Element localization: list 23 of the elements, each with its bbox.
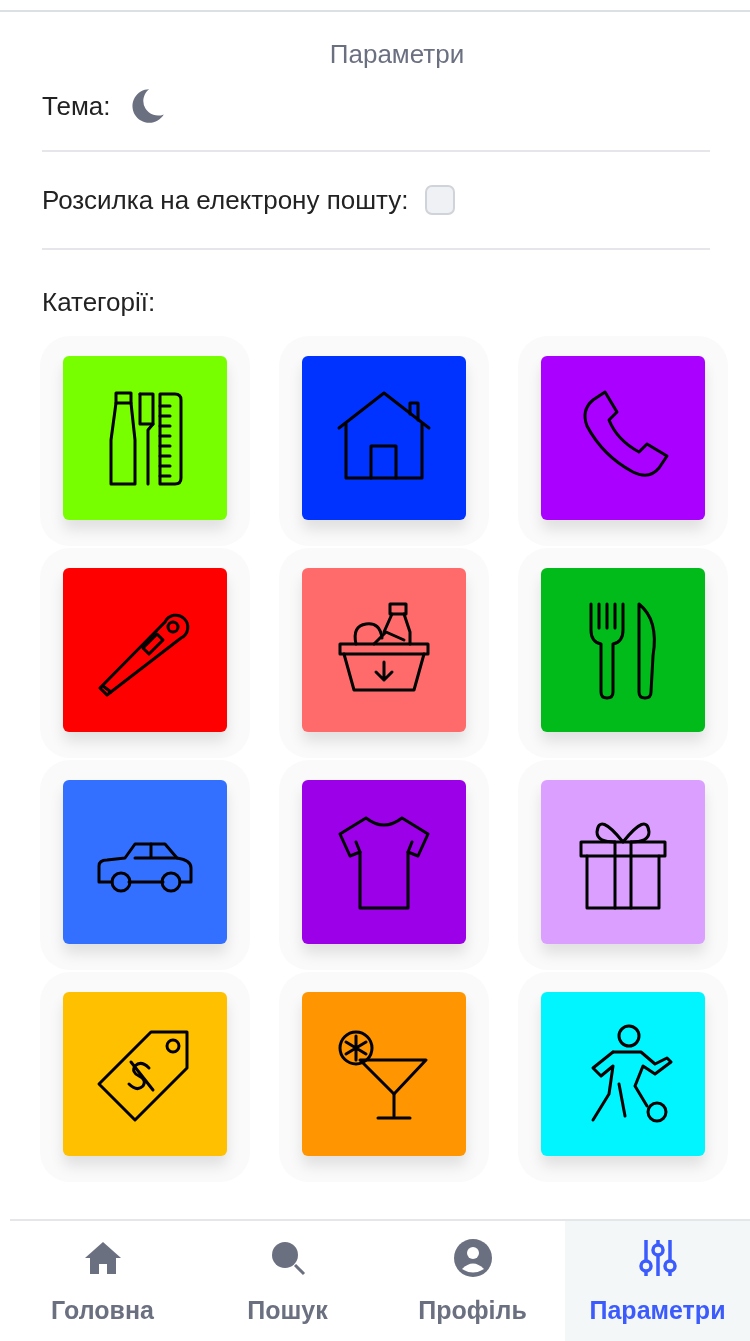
nav-tab[interactable]: Головна xyxy=(10,1221,195,1341)
nav-tab[interactable]: Профіль xyxy=(380,1221,565,1341)
category-tile[interactable] xyxy=(541,780,705,944)
category-tile[interactable] xyxy=(63,992,227,1156)
category-tile[interactable] xyxy=(302,992,466,1156)
page-title: Параметри xyxy=(328,38,466,70)
profile-icon xyxy=(452,1237,493,1278)
category-tile[interactable] xyxy=(302,780,466,944)
category-tile[interactable] xyxy=(302,356,466,520)
theme-label: Тема: xyxy=(42,90,111,122)
nav-tab[interactable]: Параметри xyxy=(565,1221,750,1341)
newsletter-label: Розсилка на електрону пошту: xyxy=(42,184,409,216)
category-tile[interactable] xyxy=(63,780,227,944)
nav-tab[interactable]: Пошук xyxy=(195,1221,380,1341)
category-tile[interactable] xyxy=(302,568,466,732)
newsletter-checkbox[interactable] xyxy=(424,185,455,215)
category-tile[interactable] xyxy=(541,356,705,520)
category-tile[interactable] xyxy=(63,356,227,520)
category-tile[interactable] xyxy=(541,992,705,1156)
sliders-icon xyxy=(637,1237,678,1278)
category-tile[interactable] xyxy=(541,568,705,732)
category-tile[interactable] xyxy=(63,568,227,732)
categories-label: Категорії: xyxy=(42,286,157,318)
